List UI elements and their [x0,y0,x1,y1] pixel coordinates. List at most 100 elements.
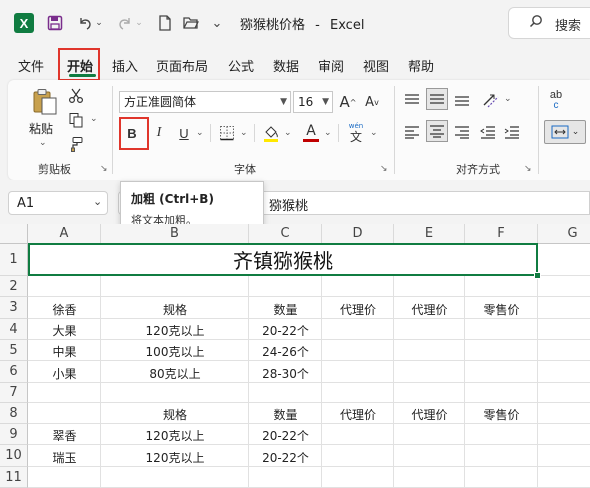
column-header-g[interactable]: G [538,224,590,244]
borders-icon[interactable] [216,122,238,144]
align-center-icon[interactable] [426,120,448,142]
search-box[interactable]: 搜索 [508,7,590,39]
column-header-e[interactable]: E [394,224,465,244]
row-header-1[interactable]: 1 [0,244,28,276]
tab-view[interactable]: 视图 [363,56,389,75]
spreadsheet-grid[interactable]: A B C D E F G 1 2 3 4 5 6 7 8 9 10 11 齐镇… [0,224,590,488]
open-folder-icon[interactable] [180,12,202,34]
name-box[interactable]: A1 ⌄ [8,191,108,215]
column-header-d[interactable]: D [322,224,394,244]
name-box-dropdown-icon[interactable]: ⌄ [93,195,102,208]
tab-review[interactable]: 审阅 [318,56,344,75]
fill-handle[interactable] [534,272,541,279]
copy-dropdown-icon[interactable]: ⌄ [90,114,98,124]
table2-header[interactable]: 代理价 [322,406,394,423]
underline-button[interactable]: U [174,122,194,144]
alignment-launcher-icon[interactable]: ↘ [524,164,532,174]
table1-cell[interactable]: 小果 [28,365,101,382]
table1-header[interactable]: 零售价 [465,301,538,318]
shrink-font-button[interactable]: Av [362,91,382,113]
tab-help[interactable]: 帮助 [408,56,434,75]
table1-header[interactable]: 代理价 [394,301,465,318]
fill-color-icon[interactable] [260,122,282,144]
wrap-text-button[interactable]: ab c [544,88,568,112]
save-icon[interactable] [44,12,66,34]
paste-dropdown-icon[interactable]: ⌄ [39,138,47,148]
row-header-3[interactable]: 3 [0,297,28,319]
undo-dropdown-icon[interactable]: ⌄ [94,12,104,34]
select-all-corner[interactable] [0,224,28,244]
table1-cell[interactable]: 28-30个 [249,365,322,382]
orientation-dropdown-icon[interactable]: ⌄ [504,94,512,104]
table2-cell[interactable]: 20-22个 [249,427,322,444]
table1-cell[interactable]: 20-22个 [249,322,322,339]
borders-dropdown-icon[interactable]: ⌄ [240,128,248,138]
font-name-select[interactable]: 方正准圆简体 ▼ [119,91,291,113]
phonetic-dropdown-icon[interactable]: ⌄ [370,128,378,138]
tab-page-layout[interactable]: 页面布局 [156,56,208,75]
copy-icon[interactable] [66,110,86,130]
align-middle-icon[interactable] [426,88,448,110]
customize-icon[interactable]: ⌄ [206,12,228,34]
align-top-icon[interactable] [402,90,422,110]
font-color-button[interactable]: A [300,120,322,144]
clipboard-launcher-icon[interactable]: ↘ [100,164,108,174]
table2-cell[interactable]: 翠香 [28,427,101,444]
row-header-8[interactable]: 8 [0,403,28,424]
redo-icon[interactable] [114,12,136,34]
format-painter-icon[interactable] [66,134,86,154]
row-header-6[interactable]: 6 [0,361,28,383]
paste-label[interactable]: 粘贴 [29,120,53,137]
table1-header[interactable]: 代理价 [322,301,394,318]
table1-cell[interactable]: 大果 [28,322,101,339]
tab-insert[interactable]: 插入 [112,56,138,75]
table2-cell[interactable]: 20-22个 [249,449,322,466]
font-size-select[interactable]: 16 ▼ [293,91,333,113]
tab-formulas[interactable]: 公式 [228,56,254,75]
row-header-2[interactable]: 2 [0,276,28,297]
row-header-10[interactable]: 10 [0,445,28,467]
table2-header[interactable]: 数量 [249,406,322,423]
table2-header[interactable]: 零售价 [465,406,538,423]
table2-header[interactable]: 规格 [101,406,249,423]
table1-cell[interactable]: 24-26个 [249,343,322,360]
table1-header[interactable]: 规格 [101,301,249,318]
grow-font-button[interactable]: A ^ [338,91,358,113]
tab-file[interactable]: 文件 [18,56,44,75]
cut-icon[interactable] [66,86,86,106]
merged-title-cell[interactable]: 齐镇猕猴桃 [28,243,538,276]
tab-data[interactable]: 数据 [273,56,299,75]
new-file-icon[interactable] [154,12,176,34]
column-header-c[interactable]: C [249,224,322,244]
align-bottom-icon[interactable] [452,90,472,110]
row-header-11[interactable]: 11 [0,467,28,488]
increase-indent-icon[interactable] [502,122,522,142]
font-launcher-icon[interactable]: ↘ [380,164,388,174]
table1-cell[interactable]: 中果 [28,343,101,360]
orientation-icon[interactable] [480,89,502,111]
phonetic-guide-button[interactable]: wén 文 [344,120,368,146]
merge-center-button[interactable]: ⌄ [544,120,586,144]
row-header-5[interactable]: 5 [0,340,28,361]
row-header-4[interactable]: 4 [0,319,28,340]
column-header-a[interactable]: A [28,224,101,244]
table1-cell[interactable]: 80克以上 [101,365,249,382]
fill-color-dropdown-icon[interactable]: ⌄ [284,128,292,138]
table2-header[interactable]: 代理价 [394,406,465,423]
font-color-dropdown-icon[interactable]: ⌄ [324,128,332,138]
align-left-icon[interactable] [402,122,422,142]
row-header-7[interactable]: 7 [0,383,28,403]
paste-icon[interactable] [28,86,62,118]
row-header-9[interactable]: 9 [0,424,28,445]
redo-dropdown-icon[interactable]: ⌄ [134,12,144,34]
column-header-b[interactable]: B [101,224,249,244]
table1-header[interactable]: 徐香 [28,301,101,318]
table2-cell[interactable]: 120克以上 [101,427,249,444]
table2-cell[interactable]: 瑞玉 [28,449,101,466]
align-right-icon[interactable] [452,122,472,142]
italic-button[interactable]: I [149,122,169,144]
underline-dropdown-icon[interactable]: ⌄ [196,128,204,138]
undo-icon[interactable] [74,12,96,34]
decrease-indent-icon[interactable] [478,122,498,142]
table1-header[interactable]: 数量 [249,301,322,318]
